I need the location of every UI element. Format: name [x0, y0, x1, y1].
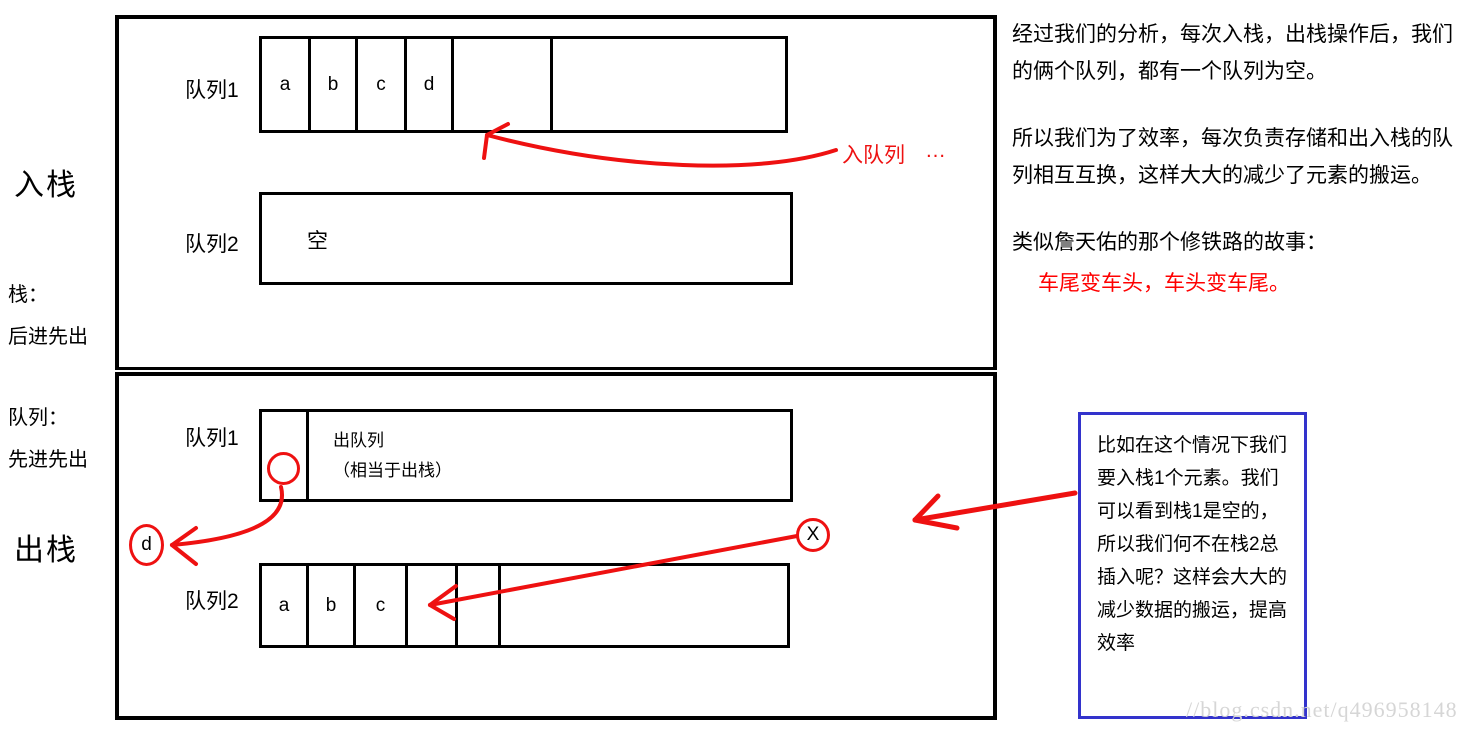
queue-cell [454, 39, 506, 130]
queue-cell: a [262, 39, 311, 130]
queue-cell: a [262, 566, 309, 645]
queue-cell: b [309, 566, 356, 645]
top-queue1-label: 队列1 [185, 79, 239, 102]
explanation-text-column: 经过我们的分析，每次入栈，出栈操作后，我们的俩个队列，都有一个队列为空。 所以我… [1012, 16, 1461, 301]
queue-cell-note: 出队列 （相当于出栈） [309, 412, 790, 499]
enqueue-annotation-label: 入队列 [842, 144, 905, 167]
prose-paragraph-2: 所以我们为了效率，每次负责存储和出入栈的队列相互互换，这样大大的减少了元素的搬运… [1012, 127, 1453, 187]
queue-cell [501, 566, 787, 645]
queue-cell [458, 566, 501, 645]
queue-note-title: 队列： [8, 407, 68, 429]
bottom-queue1-box: 出队列 （相当于出栈） [259, 409, 793, 502]
bottom-queue1-label: 队列1 [185, 427, 239, 450]
dequeue-note-line1: 出队列 [333, 430, 384, 450]
queue-note-body: 先进先出 [8, 449, 88, 471]
stack-note-body: 后进先出 [8, 326, 88, 348]
prose-paragraph-3: 类似詹天佑的那个修铁路的故事： [1012, 231, 1327, 254]
queue-cell: c [356, 566, 408, 645]
queue-cell [506, 39, 553, 130]
queue-cell: b [311, 39, 358, 130]
queue-cell: c [358, 39, 407, 130]
push-section-title: 入栈 [14, 169, 78, 202]
queue-cell [553, 39, 785, 130]
prose-paragraph-1: 经过我们的分析，每次入栈，出栈操作后，我们的俩个队列，都有一个队列为空。 [1012, 23, 1453, 83]
popped-element-marker: d [129, 524, 164, 566]
diagram-canvas: 入栈 栈： 后进先出 队列： 先进先出 出栈 队列1 a b c d 队列2 空… [0, 0, 1461, 733]
top-queue2-box: 空 [259, 192, 793, 285]
forbidden-marker-label: X [806, 524, 820, 545]
top-queue2-label: 队列2 [185, 233, 239, 256]
callout-text: 比如在这个情况下我们要入栈1个元素。我们可以看到栈1是空的，所以我们何不在栈2总… [1097, 435, 1288, 654]
bottom-queue2-box: a b c [259, 563, 790, 648]
watermark: //blog.csdn.net/q496958148 [1186, 697, 1458, 722]
pop-section-title: 出栈 [14, 534, 78, 567]
forbidden-marker: X [796, 518, 830, 552]
top-queue1-box: a b c d [259, 36, 788, 133]
dequeue-note-line2: （相当于出栈） [333, 460, 452, 480]
enqueue-annotation-ellipsis: … [925, 139, 948, 162]
queue-cell [408, 566, 458, 645]
popped-element-label: d [141, 534, 152, 555]
stack-note-title: 栈： [8, 284, 48, 306]
callout-box: 比如在这个情况下我们要入栈1个元素。我们可以看到栈1是空的，所以我们何不在栈2总… [1078, 412, 1307, 719]
queue-cell: d [407, 39, 454, 130]
prose-red-highlight: 车尾变车头，车头变车尾。 [1038, 272, 1290, 295]
bottom-queue2-label: 队列2 [185, 590, 239, 613]
dequeue-head-marker [267, 452, 300, 485]
top-queue2-content: 空 [307, 230, 328, 253]
